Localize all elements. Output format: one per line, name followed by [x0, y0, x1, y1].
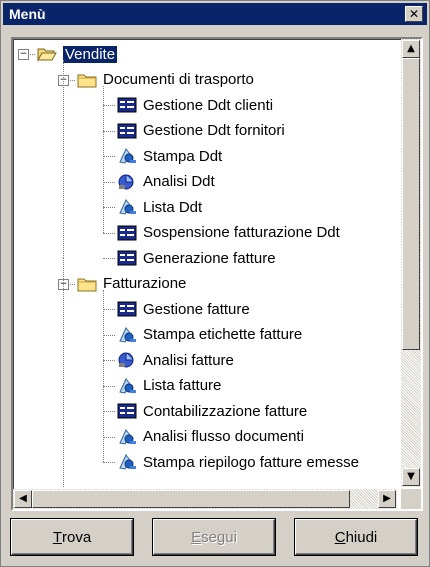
form-icon	[117, 402, 137, 420]
tree-node-label: Vendite	[61, 44, 119, 64]
esegui-accel: E	[191, 528, 202, 546]
trova-label: rova	[61, 528, 92, 546]
tree-connector	[103, 385, 115, 387]
tree-connector	[103, 258, 115, 259]
tree-connector	[103, 130, 115, 132]
tree-connector	[103, 462, 115, 463]
horizontal-scrollbar[interactable]: ◀ ▶	[13, 489, 397, 509]
report-icon	[117, 198, 137, 216]
analysis-icon	[117, 351, 137, 369]
tree-item-0-1[interactable]: Gestione Ddt fornitori	[117, 120, 285, 142]
report-icon	[117, 147, 137, 165]
tree-node-label: Fatturazione	[103, 275, 187, 292]
tree-connector	[103, 232, 115, 234]
tree-node-label: Gestione fatture	[143, 300, 250, 318]
tree-connector	[103, 289, 104, 462]
tree-node-label: Contabilizzazione fatture	[143, 402, 308, 420]
form-icon	[117, 249, 137, 267]
menu-window: Menù ✕ Vendite − Documenti di trasporto − Ge…	[0, 0, 430, 567]
window-title: Menù	[9, 6, 46, 22]
tree-connector	[103, 105, 115, 106]
tree-item-1-0[interactable]: Gestione fatture	[117, 298, 250, 320]
analysis-icon	[117, 173, 137, 191]
tree-connector	[103, 334, 115, 336]
tree-connector	[103, 411, 115, 412]
form-icon	[117, 96, 137, 114]
tree-node-label: Gestione Ddt fornitori	[143, 122, 285, 139]
form-icon	[117, 122, 137, 140]
tree-item-1-3[interactable]: Lista fatture	[117, 375, 221, 397]
tree-node-label: Analisi Ddt	[143, 173, 215, 190]
tree-connector	[103, 309, 115, 310]
chiudi-accel: C	[334, 528, 346, 546]
tree-item-1-1[interactable]: Stampa etichette fatture	[117, 324, 302, 346]
scroll-left-icon[interactable]: ◀	[14, 490, 32, 508]
tree-node-label: Generazione fatture	[143, 249, 276, 267]
trova-accel: T	[52, 528, 62, 546]
tree-node-label: Sospensione fatturazione Ddt	[143, 224, 340, 241]
tree-node-label: Lista Ddt	[143, 198, 203, 216]
horizontal-scroll-thumb[interactable]	[32, 490, 350, 508]
tree-item-1-6[interactable]: Stampa riepilogo fatture emesse	[117, 451, 359, 473]
esegui-button[interactable]: Esegui	[153, 519, 275, 555]
tree-node-label: Analisi flusso documenti	[143, 428, 304, 445]
scroll-down-icon[interactable]: ▼	[402, 468, 420, 486]
tree-item-0-5[interactable]: Sospensione fatturazione Ddt	[117, 222, 340, 244]
tree-node-label: Stampa etichette fatture	[143, 326, 303, 343]
tree-connector	[103, 156, 115, 157]
tree-item-0-2[interactable]: Stampa Ddt	[117, 145, 222, 167]
folder-icon	[77, 71, 97, 89]
tree-node-label: Stampa Ddt	[143, 147, 223, 165]
vertical-scroll-thumb[interactable]	[402, 58, 420, 350]
tree-node-label: Lista fatture	[143, 377, 222, 394]
tree-item-1-2[interactable]: Analisi fatture	[117, 349, 234, 371]
esegui-label: segui	[201, 528, 237, 546]
report-icon	[117, 428, 137, 446]
tree-connector	[103, 360, 115, 361]
tree-connector	[103, 436, 115, 438]
chiudi-button[interactable]: Chiudi	[295, 519, 417, 555]
report-icon	[117, 377, 137, 395]
title-bar[interactable]: Menù ✕	[3, 3, 427, 25]
menu-tree-view: Vendite − Documenti di trasporto − Gestione …	[11, 37, 423, 511]
tree-item-0-4[interactable]: Lista Ddt	[117, 196, 202, 218]
report-icon	[117, 326, 137, 344]
folder-icon	[77, 275, 97, 293]
tree-item-0-0[interactable]: Gestione Ddt clienti	[117, 94, 273, 116]
scroll-corner	[401, 489, 421, 509]
open-folder-icon	[37, 45, 57, 63]
scroll-up-icon[interactable]: ▲	[402, 40, 420, 58]
tree-connector	[103, 85, 104, 233]
tree-content: Vendite − Documenti di trasporto − Gestione …	[13, 39, 397, 487]
tree-item-0-6[interactable]: Generazione fatture	[117, 247, 276, 269]
vertical-scrollbar[interactable]: ▲ ▼	[401, 39, 421, 487]
tree-node-vendite[interactable]: Vendite	[37, 43, 119, 65]
tree-node-label: Analisi fatture	[143, 351, 234, 369]
tree-connector	[103, 207, 115, 208]
tree-node-label: Stampa riepilogo fatture emesse	[143, 453, 359, 471]
tree-node-label: Documenti di trasporto	[103, 71, 254, 88]
tree-item-0-3[interactable]: Analisi Ddt	[117, 171, 215, 193]
trova-button[interactable]: Trova	[11, 519, 133, 555]
tree-connector	[63, 258, 64, 487]
close-icon[interactable]: ✕	[405, 6, 423, 22]
tree-connector	[63, 60, 64, 258]
chiudi-label: hiudi	[345, 528, 378, 546]
tree-connector	[103, 181, 115, 183]
scroll-right-icon[interactable]: ▶	[378, 490, 396, 508]
tree-node-label: Gestione Ddt clienti	[143, 96, 274, 114]
form-icon	[117, 300, 137, 318]
tree-item-1-5[interactable]: Analisi flusso documenti	[117, 426, 304, 448]
form-icon	[117, 224, 137, 242]
report-icon	[117, 453, 137, 471]
collapse-icon[interactable]: −	[18, 49, 29, 60]
tree-item-1-4[interactable]: Contabilizzazione fatture	[117, 400, 307, 422]
tree-folder-1[interactable]: Fatturazione	[77, 273, 186, 295]
